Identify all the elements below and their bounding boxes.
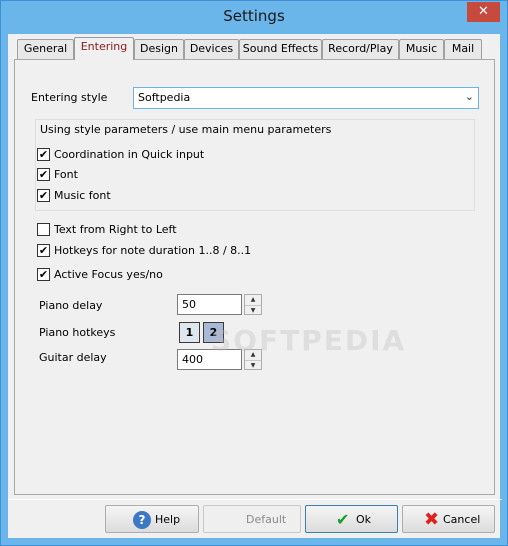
- font-label: Font: [54, 168, 78, 181]
- right-to-left-label: Text from Right to Left: [54, 223, 177, 236]
- guitar-delay-value: 400: [182, 353, 203, 366]
- tab-general[interactable]: General: [17, 39, 74, 59]
- softpedia-watermark: SOFTPEDIA: [211, 324, 407, 357]
- entering-style-label: Entering style: [31, 91, 108, 104]
- hotkeys-duration-label: Hotkeys for note duration 1..8 / 8..1: [54, 244, 252, 257]
- piano-hotkeys-label: Piano hotkeys: [39, 326, 116, 339]
- active-focus-label: Active Focus yes/no: [54, 268, 163, 281]
- coordination-label: Coordination in Quick input: [54, 148, 205, 161]
- help-button-label: Help: [155, 513, 181, 526]
- title-bar[interactable]: Settings ✕: [1, 1, 507, 34]
- entering-style-select[interactable]: Softpedia ⌄: [133, 87, 479, 109]
- checkbox-active-focus[interactable]: ✔: [37, 268, 50, 281]
- piano-delay-input[interactable]: 50: [177, 294, 242, 315]
- arrow-down-icon[interactable]: ▼: [245, 305, 261, 315]
- cancel-button-label: Cancel: [443, 513, 481, 526]
- help-button[interactable]: ? Help: [105, 505, 199, 533]
- arrow-down-icon[interactable]: ▼: [245, 360, 261, 370]
- window-frame-bottom: [1, 538, 507, 545]
- entering-style-value: Softpedia: [138, 91, 191, 104]
- tab-design[interactable]: Design: [134, 39, 184, 59]
- ok-button[interactable]: ✔ Ok: [305, 505, 398, 533]
- piano-delay-stepper[interactable]: ▲ ▼: [244, 294, 262, 315]
- ok-button-label: Ok: [356, 513, 372, 526]
- tab-sound-effects[interactable]: Sound Effects: [239, 39, 322, 59]
- piano-delay-label: Piano delay: [39, 299, 103, 312]
- checkbox-font[interactable]: ✔: [37, 168, 50, 181]
- close-icon: ✕: [478, 4, 489, 19]
- cancel-button[interactable]: ✖ Cancel: [402, 505, 495, 533]
- close-button[interactable]: ✕: [467, 2, 500, 22]
- tab-mail[interactable]: Mail: [444, 39, 482, 59]
- cross-icon: ✖: [424, 509, 440, 530]
- default-button[interactable]: Default: [203, 505, 301, 533]
- tab-music[interactable]: Music: [399, 39, 444, 59]
- tab-entering[interactable]: Entering: [74, 37, 134, 60]
- piano-delay-value: 50: [182, 298, 196, 311]
- guitar-delay-label: Guitar delay: [39, 351, 107, 364]
- tab-devices[interactable]: Devices: [184, 39, 239, 59]
- checkmark-icon: ✔: [336, 510, 350, 529]
- default-button-label: Default: [246, 513, 287, 526]
- music-font-label: Music font: [54, 189, 111, 202]
- checkbox-music-font[interactable]: ✔: [37, 189, 50, 202]
- window-frame-right: [500, 34, 507, 539]
- tab-strip: General Entering Design Devices Sound Ef…: [14, 37, 494, 60]
- checkbox-hotkeys-duration[interactable]: ✔: [37, 244, 50, 257]
- chevron-down-icon[interactable]: ⌄: [465, 90, 474, 103]
- arrow-up-icon[interactable]: ▲: [245, 295, 261, 305]
- settings-window: Settings ✕ General Entering Design Devic…: [0, 0, 508, 546]
- help-icon: ?: [133, 511, 151, 529]
- checkbox-coordination[interactable]: ✔: [37, 148, 50, 161]
- piano-hotkey-1-button[interactable]: 1: [179, 322, 200, 343]
- footer-divider: [8, 499, 502, 500]
- window-title: Settings: [223, 7, 285, 25]
- checkbox-right-to-left[interactable]: [37, 223, 50, 236]
- tab-record-play[interactable]: Record/Play: [322, 39, 399, 59]
- window-frame-left: [1, 34, 8, 539]
